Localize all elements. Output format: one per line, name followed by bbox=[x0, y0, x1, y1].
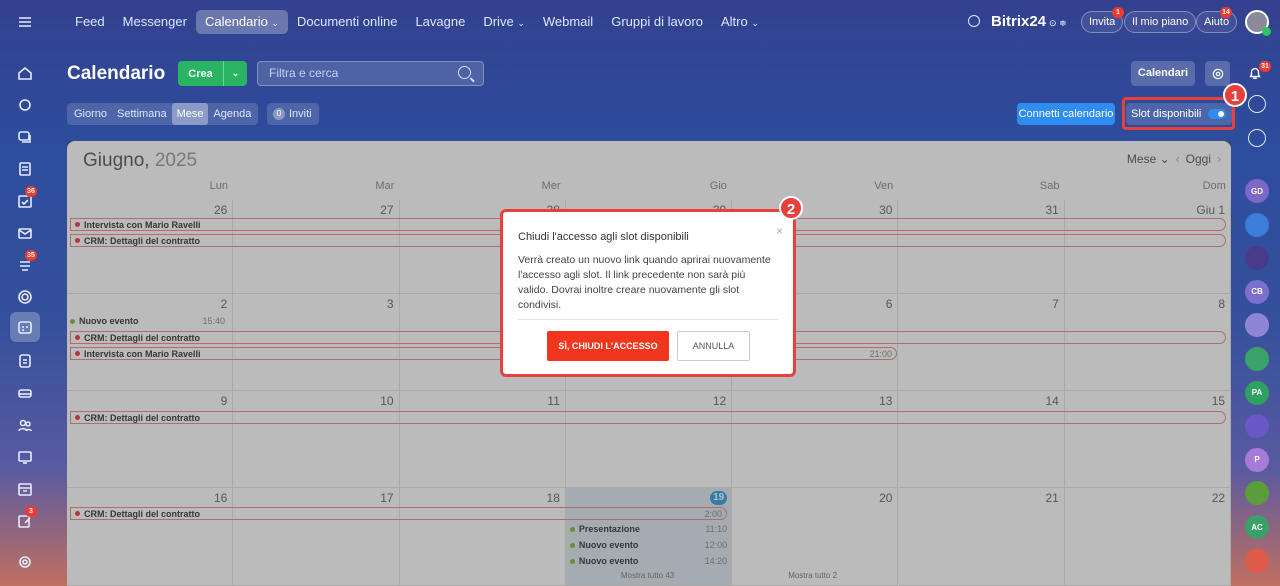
search-icon bbox=[458, 66, 471, 79]
search-icon[interactable] bbox=[968, 15, 980, 27]
tab-mese[interactable]: Mese bbox=[171, 103, 209, 125]
tab-agenda[interactable]: Agenda bbox=[208, 103, 256, 125]
invite-label: Invita bbox=[1089, 16, 1116, 28]
connect-calendar-button[interactable]: Connetti calendario bbox=[1017, 103, 1115, 125]
divider bbox=[517, 319, 779, 320]
nav-calendario-label: Calendario bbox=[204, 14, 268, 29]
target-icon[interactable] bbox=[13, 285, 37, 309]
nav-altro[interactable]: Altro ⌄ bbox=[712, 10, 768, 34]
feed-icon[interactable]: 35 bbox=[13, 250, 37, 277]
create-button[interactable]: Crea ⌄ bbox=[178, 61, 247, 86]
mail-icon[interactable] bbox=[13, 221, 37, 245]
callout-two: 2 bbox=[779, 196, 803, 220]
contact-avatar[interactable]: CB bbox=[1245, 279, 1269, 304]
copilot-icon[interactable] bbox=[1248, 95, 1266, 113]
chevron-down-icon[interactable]: ⌄ bbox=[223, 61, 247, 86]
contact-avatar[interactable]: PA bbox=[1245, 380, 1269, 405]
tab-settimana[interactable]: Settimana bbox=[112, 103, 172, 125]
docs-icon[interactable] bbox=[13, 349, 37, 373]
contact-avatar[interactable]: P bbox=[1245, 447, 1269, 472]
chat-icon[interactable] bbox=[13, 125, 37, 149]
nav-altro-label: Altro bbox=[720, 14, 748, 29]
settings-button[interactable] bbox=[1205, 61, 1230, 86]
page-title: Calendario bbox=[67, 63, 166, 84]
edit-badge: 3 bbox=[25, 506, 37, 517]
contact-avatar[interactable] bbox=[1245, 212, 1269, 237]
plan-label: Il mio piano bbox=[1132, 16, 1189, 28]
search-input[interactable]: Filtra e cerca bbox=[257, 61, 484, 86]
nav-drive[interactable]: Drive ⌄ bbox=[474, 10, 534, 34]
nav-feed[interactable]: Feed bbox=[66, 10, 114, 34]
dialog-title: Chiudi l'accesso agli slot disponibili bbox=[518, 231, 689, 243]
nav-drive-label: Drive bbox=[483, 14, 514, 29]
contact-avatar[interactable]: GD bbox=[1245, 179, 1269, 203]
feed-badge: 35 bbox=[25, 250, 37, 261]
close-icon[interactable]: × bbox=[776, 224, 783, 238]
contact-avatar[interactable] bbox=[1245, 548, 1269, 573]
help-badge: 14 bbox=[1220, 7, 1232, 18]
menu-icon[interactable] bbox=[13, 10, 37, 34]
nav-messenger[interactable]: Messenger bbox=[114, 10, 196, 34]
contact-avatar[interactable] bbox=[1245, 347, 1269, 371]
calendars-button[interactable]: Calendari bbox=[1131, 61, 1195, 86]
chevron-down-icon: ⌄ bbox=[751, 18, 759, 28]
search-placeholder: Filtra e cerca bbox=[269, 66, 339, 80]
cancel-button[interactable]: ANNULLA bbox=[677, 331, 750, 361]
pulse-icon[interactable] bbox=[13, 93, 37, 117]
notifications-badge: 31 bbox=[1259, 61, 1271, 72]
top-navigation: Feed Messenger Calendario ⌄ Documenti on… bbox=[66, 10, 768, 34]
brand-logo: Bitrix24 ⊙ ≑ bbox=[991, 13, 1067, 30]
nav-documenti[interactable]: Documenti online bbox=[288, 10, 406, 34]
highlight-frame bbox=[1122, 97, 1235, 130]
nav-gruppi[interactable]: Gruppi di lavoro bbox=[602, 10, 712, 34]
invite-badge: 1 bbox=[1112, 7, 1124, 18]
view-tabs: Giorno Settimana Mese Agenda bbox=[67, 103, 259, 125]
edit-icon[interactable]: 3 bbox=[13, 506, 37, 533]
callout-one: 1 bbox=[1223, 83, 1247, 107]
tasks-icon[interactable]: 36 bbox=[13, 186, 37, 213]
tasks-badge: 36 bbox=[25, 186, 37, 197]
board-icon[interactable] bbox=[13, 445, 37, 469]
nav-webmail[interactable]: Webmail bbox=[534, 10, 602, 34]
invites-count: 0 bbox=[273, 108, 285, 120]
invites-label: Inviti bbox=[289, 108, 312, 120]
create-label: Crea bbox=[188, 67, 213, 80]
chevron-down-icon: ⌄ bbox=[517, 18, 525, 28]
contact-avatar[interactable]: AC bbox=[1245, 515, 1269, 539]
confirm-close-button[interactable]: SÌ, CHIUDI L'ACCESSO bbox=[547, 331, 669, 361]
schedule-icon[interactable] bbox=[13, 477, 37, 501]
contact-avatar[interactable] bbox=[1245, 414, 1269, 439]
left-sidebar: 36 35 3 bbox=[0, 0, 50, 586]
close-access-dialog: Chiudi l'accesso agli slot disponibili ×… bbox=[500, 209, 796, 377]
calendar-icon[interactable] bbox=[10, 312, 40, 342]
document-icon[interactable] bbox=[13, 157, 37, 181]
home-icon[interactable] bbox=[13, 61, 37, 85]
gear-icon bbox=[1212, 68, 1223, 79]
contact-avatar[interactable] bbox=[1245, 246, 1269, 271]
dialog-text: Verrà creato un nuovo link quando aprira… bbox=[518, 254, 771, 311]
chat-bubble-icon[interactable] bbox=[1248, 129, 1266, 147]
drive-icon[interactable] bbox=[13, 381, 37, 405]
invites-button[interactable]: 0 Inviti bbox=[267, 103, 319, 125]
plan-button[interactable]: Il mio piano bbox=[1124, 11, 1197, 33]
groups-icon[interactable] bbox=[13, 413, 37, 437]
nav-calendario[interactable]: Calendario ⌄ bbox=[195, 10, 288, 34]
chevron-down-icon: ⌄ bbox=[271, 18, 279, 28]
nav-lavagne[interactable]: Lavagne bbox=[406, 10, 474, 34]
online-status-icon bbox=[1262, 27, 1271, 36]
tab-giorno[interactable]: Giorno bbox=[69, 103, 112, 125]
settings-icon[interactable] bbox=[13, 550, 37, 574]
